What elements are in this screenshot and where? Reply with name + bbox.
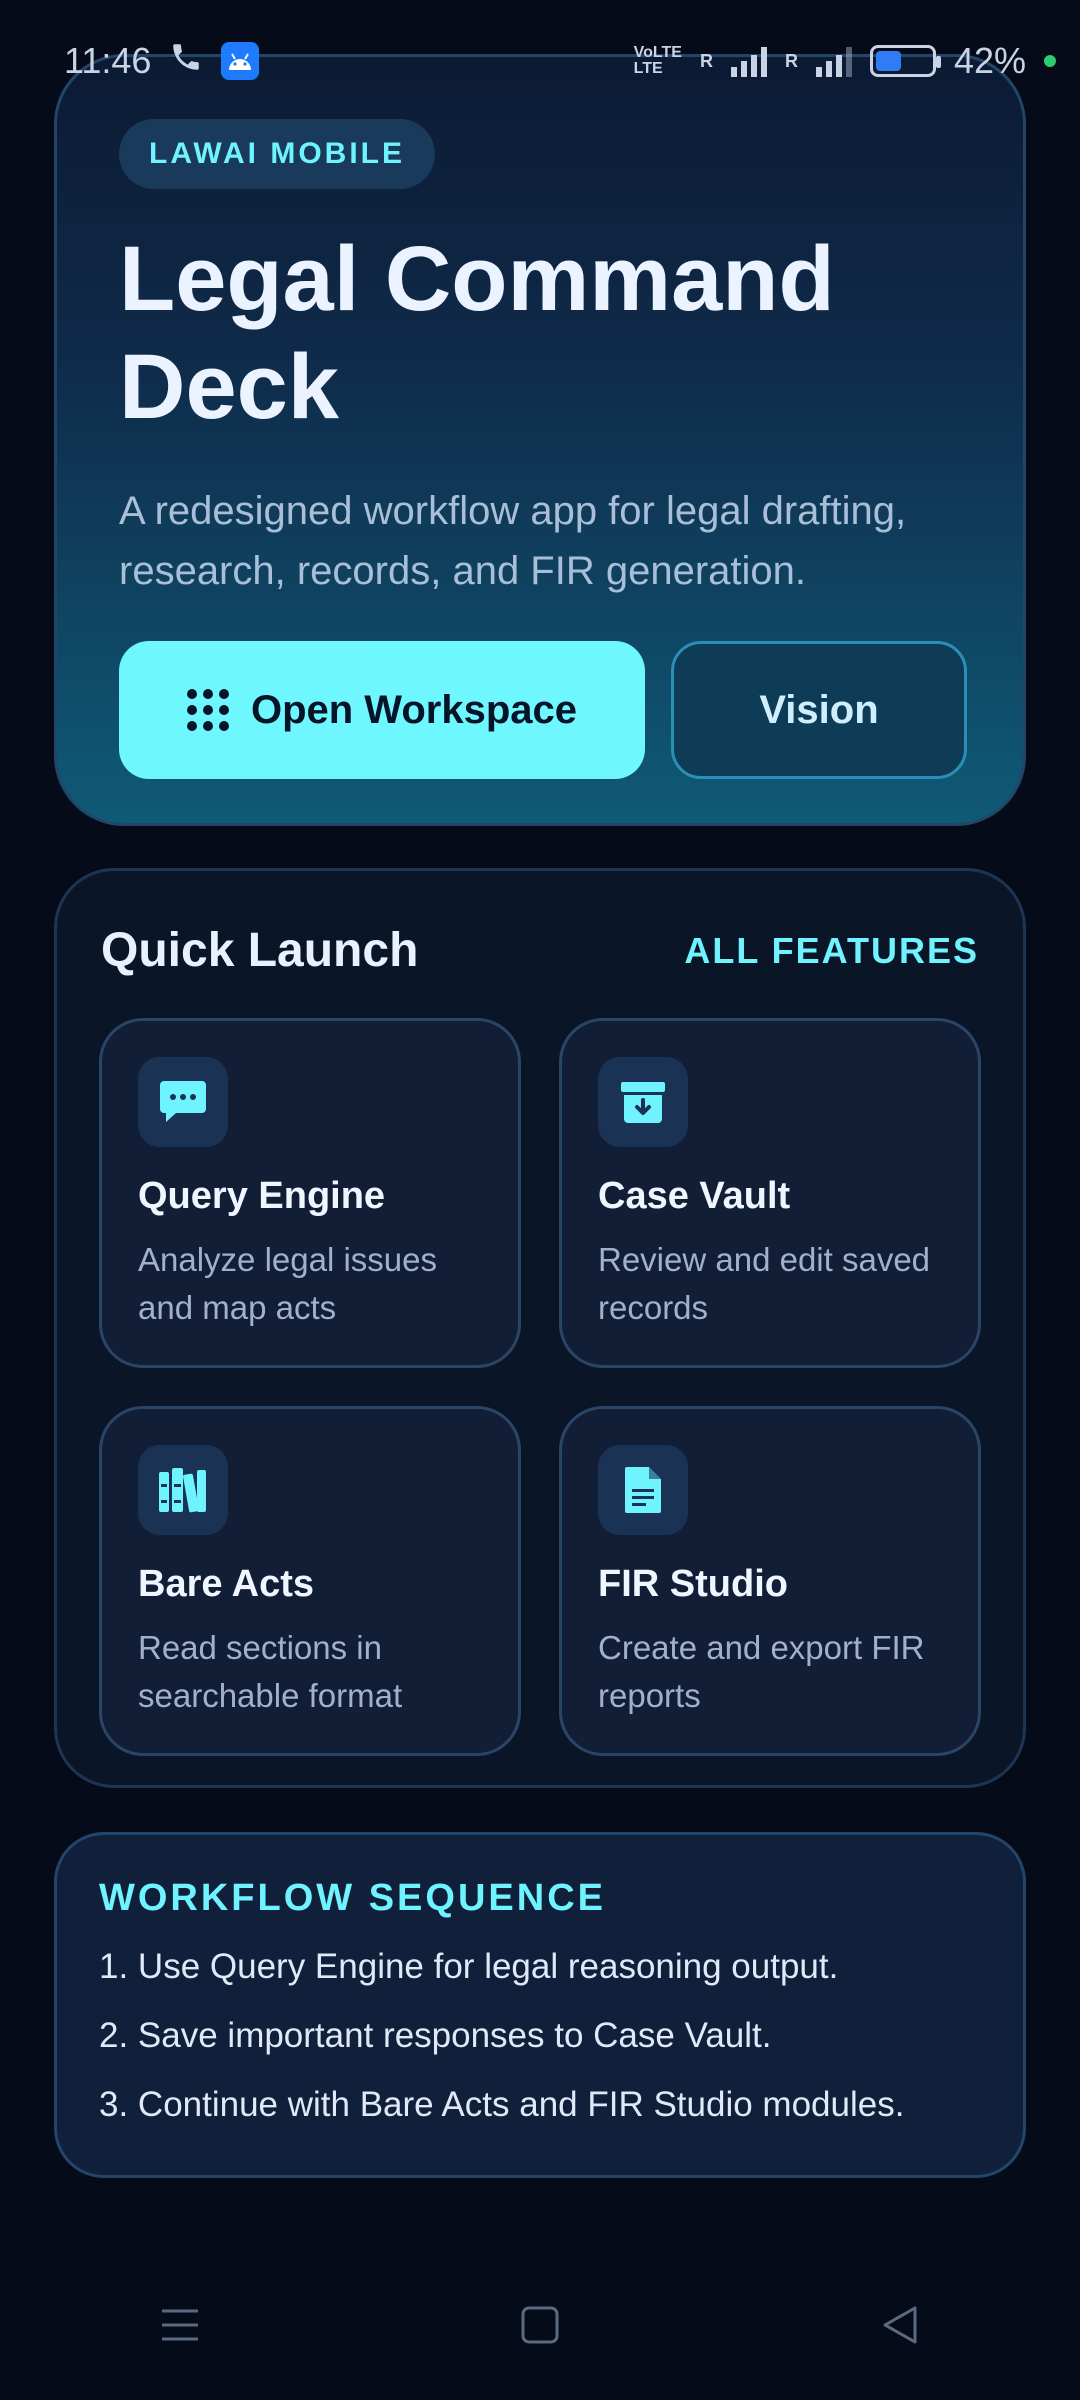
tile-bare-acts[interactable]: Bare Acts Read sections in searchable fo…: [99, 1406, 521, 1756]
document-icon: [598, 1445, 688, 1535]
archive-icon: [598, 1057, 688, 1147]
workflow-step: 2. Save important responses to Case Vaul…: [99, 2016, 772, 2055]
tile-description: Create and export FIR reports: [598, 1629, 925, 1714]
tile-description: Review and edit saved records: [598, 1241, 931, 1326]
feature-grid: Query Engine Analyze legal issues and ma…: [99, 1018, 981, 1756]
menu-icon: [162, 2309, 198, 2341]
workflow-steps: 1. Use Query Engine for legal reasoning …: [99, 1942, 981, 2130]
menu-nav-button[interactable]: [150, 2295, 210, 2355]
tile-fir-studio[interactable]: FIR Studio Create and export FIR reports: [559, 1406, 981, 1756]
open-workspace-button[interactable]: Open Workspace: [119, 641, 645, 779]
vision-button[interactable]: Vision: [671, 641, 967, 779]
status-time: 11:46: [64, 40, 152, 81]
network-label-top: VoLTE: [633, 44, 682, 61]
network-label: VoLTE LTE: [634, 45, 682, 77]
status-left: 11:46: [64, 40, 260, 83]
status-right: VoLTE LTE R R 42%: [634, 40, 1056, 82]
chat-icon: [138, 1057, 228, 1147]
roaming-label-1: R: [699, 50, 713, 71]
tile-description: Analyze legal issues and map acts: [138, 1241, 437, 1326]
workflow-card: WORKFLOW SEQUENCE 1. Use Query Engine fo…: [54, 1832, 1026, 2178]
workflow-step: 3. Continue with Bare Acts and FIR Studi…: [99, 2085, 905, 2124]
tile-description: Read sections in searchable format: [138, 1629, 403, 1714]
hero-card: LAWAI MOBILE Legal Command Deck A redesi…: [54, 54, 1026, 826]
quick-launch-header: Quick Launch ALL FEATURES: [99, 923, 981, 978]
home-square-icon: [521, 2306, 559, 2344]
tile-title: Case Vault: [598, 1175, 791, 1217]
tile-title: FIR Studio: [598, 1563, 788, 1605]
call-icon: [169, 40, 203, 83]
android-icon: [221, 42, 260, 80]
page-title: Legal Command Deck: [119, 228, 835, 438]
signal-icon-2: [815, 45, 852, 77]
quick-launch-card: Quick Launch ALL FEATURES Query Engine A…: [54, 868, 1026, 1788]
home-nav-button[interactable]: [510, 2295, 570, 2355]
app-badge: LAWAI MOBILE: [119, 119, 435, 189]
battery-fill: [875, 51, 902, 71]
workflow-title: WORKFLOW SEQUENCE: [99, 1877, 606, 1919]
roaming-label-2: R: [784, 50, 798, 71]
hero-actions: Open Workspace Vision: [119, 641, 1023, 779]
open-workspace-label: Open Workspace: [250, 687, 578, 732]
system-nav-bar: [0, 2250, 1080, 2400]
signal-icon: [730, 45, 767, 77]
back-nav-button[interactable]: [870, 2295, 930, 2355]
privacy-dot-icon: [1044, 55, 1056, 67]
tile-title: Bare Acts: [138, 1563, 315, 1605]
back-triangle-icon: [883, 2306, 917, 2344]
battery-icon: [869, 45, 941, 77]
tile-case-vault[interactable]: Case Vault Review and edit saved records: [559, 1018, 981, 1368]
all-features-link[interactable]: ALL FEATURES: [684, 930, 979, 972]
app-screen: 11:46 VoLTE LTE R R 42% LAWAI MOBILE Leg…: [0, 0, 1080, 2400]
battery-percent: 42%: [953, 40, 1026, 81]
workflow-step: 1. Use Query Engine for legal reasoning …: [99, 1947, 839, 1986]
status-bar: 11:46 VoLTE LTE R R 42%: [64, 36, 1056, 86]
grid-icon: [186, 689, 229, 731]
quick-launch-title: Quick Launch: [101, 924, 419, 977]
tile-query-engine[interactable]: Query Engine Analyze legal issues and ma…: [99, 1018, 521, 1368]
hero-subtitle: A redesigned workflow app for legal draf…: [119, 489, 907, 593]
tile-title: Query Engine: [138, 1175, 386, 1217]
network-label-bottom: LTE: [633, 60, 663, 77]
books-icon: [138, 1445, 228, 1535]
